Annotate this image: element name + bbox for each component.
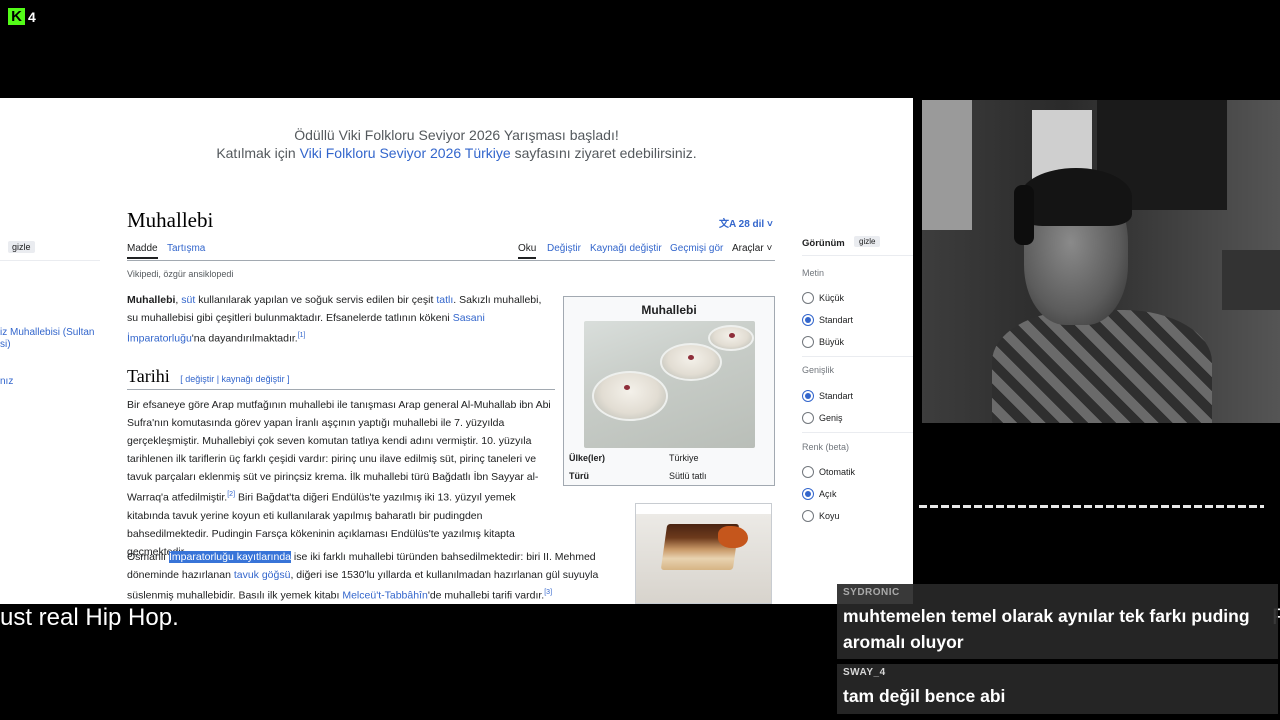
translate-icon: 文A: [719, 219, 739, 230]
page-tabs: Madde Tartışma Oku Değiştir Kaynağı deği…: [127, 243, 775, 261]
infobox: Muhallebi Ülke(ler) Türkiye Türü Sütlü tat…: [563, 296, 775, 486]
dessert-photo[interactable]: [635, 503, 772, 604]
radio-buyuk[interactable]: Büyük: [802, 336, 844, 348]
divider-dashes: [919, 505, 1264, 508]
ref-2[interactable]: [2]: [227, 491, 235, 498]
infobox-title: Muhallebi: [641, 303, 697, 317]
toc-divider: [0, 260, 100, 261]
appearance-panel: Görünüm gizle Metin Küçük Standart Büyük…: [802, 236, 913, 522]
chat-username[interactable]: SYDRONIC: [843, 587, 900, 598]
chat-message: SYDRONIC muhtemelen temel olarak aynılar…: [837, 584, 1278, 659]
section-edit-links[interactable]: [ değiştir | kaynağı değiştir ]: [180, 374, 289, 384]
wikipedia-page: Ödüllü Viki Folkloru Seviyor 2026 Yarışm…: [0, 98, 913, 604]
chat-text: tam değil bence abi: [843, 686, 1006, 706]
tab-degistir[interactable]: Değiştir: [547, 243, 581, 254]
link-tavuk-gogsu[interactable]: tavuk göğsü: [234, 569, 291, 581]
kick-logo: K 4: [8, 8, 36, 25]
tab-gecmis[interactable]: Geçmişi gör: [670, 243, 723, 254]
link-melceu[interactable]: Melceü't-Tabbâhîn: [342, 590, 427, 602]
radio-button-icon: [802, 412, 814, 424]
section-title: Tarihi: [127, 366, 170, 386]
tools-menu[interactable]: Araçlar ˅: [732, 243, 772, 254]
tab-kaynagi-degistir[interactable]: Kaynağı değiştir: [590, 243, 662, 254]
radio-button-icon: [802, 336, 814, 348]
radio-selected-icon: [802, 488, 814, 500]
text-size-label: Metin: [802, 268, 825, 278]
history-paragraph: Bir efsaneye göre Arap mutfağının muhall…: [127, 399, 551, 558]
radio-koyu[interactable]: Koyu: [802, 510, 840, 522]
radio-button-icon: [802, 292, 814, 304]
kick-k-icon: K: [8, 8, 25, 25]
radio-button-icon: [802, 466, 814, 478]
page-title: Muhallebi: [127, 208, 214, 232]
toc-item[interactable]: nız: [0, 376, 13, 387]
webcam-feed: [922, 100, 1280, 423]
subtitle-caption: ust real Hip Hop.: [0, 604, 179, 631]
radio-genis[interactable]: Geniş: [802, 412, 843, 424]
selected-text[interactable]: İmparatorluğu kayıtlarında: [169, 551, 291, 563]
radio-otomatik[interactable]: Otomatik: [802, 466, 855, 478]
toc-hide-button[interactable]: gizle: [8, 241, 35, 253]
section-heading: Tarihi [ değiştir | kaynağı değiştir ]: [127, 366, 555, 390]
color-label: Renk (beta): [802, 442, 850, 452]
banner-line2: Katılmak için Viki Folkloru Seviyor 2026…: [216, 145, 697, 161]
link-tatli[interactable]: tatlı: [436, 294, 453, 306]
infobox-row-type: Türü Sütlü tatlı: [569, 471, 707, 481]
chat-text: muhtemelen temel olarak aynılar tek fark…: [843, 606, 1250, 652]
radio-acik[interactable]: Açık: [802, 488, 837, 500]
radio-selected-icon: [802, 390, 814, 402]
site-tagline: Vikipedi, özgür ansiklopedi: [127, 269, 234, 279]
radio-kucuk[interactable]: Küçük: [802, 292, 844, 304]
chat-username[interactable]: SWAY_4: [843, 667, 886, 678]
chat-message: SWAY_4 tam değil bence abi: [837, 664, 1278, 714]
toc-item[interactable]: iz Muhallebisi (Sultan si): [0, 327, 95, 351]
language-button[interactable]: 文A 28 dil ˅: [719, 215, 773, 230]
radio-button-icon: [802, 510, 814, 522]
ref-1[interactable]: [1]: [298, 332, 306, 339]
ottoman-paragraph: Osmanlı İmparatorluğu kayıtlarında ise i…: [127, 551, 599, 602]
chevron-down-icon: ˅: [764, 219, 773, 230]
radio-selected-icon: [802, 314, 814, 326]
viewer-count: 4: [28, 8, 36, 25]
link-sut[interactable]: süt: [181, 294, 195, 306]
radio-standart[interactable]: Standart: [802, 314, 853, 326]
tab-oku[interactable]: Oku: [518, 243, 537, 259]
width-label: Genişlik: [802, 365, 835, 375]
appearance-hide-button[interactable]: gizle: [854, 236, 881, 247]
radio-width-standart[interactable]: Standart: [802, 390, 853, 402]
muhallebi-photo[interactable]: [584, 321, 755, 448]
banner-line1: Ödüllü Viki Folkloru Seviyor 2026 Yarışm…: [294, 127, 619, 143]
intro-paragraph: Muhallebi, süt kullanılarak yapılan ve s…: [127, 294, 542, 345]
tab-madde[interactable]: Madde: [127, 243, 158, 259]
site-notice-banner: Ödüllü Viki Folkloru Seviyor 2026 Yarışm…: [0, 126, 913, 162]
ref-3[interactable]: [3]: [544, 589, 552, 596]
tab-tartisma[interactable]: Tartışma: [167, 243, 205, 254]
banner-link[interactable]: Viki Folkloru Seviyor 2026 Türkiye: [300, 145, 511, 161]
infobox-row-country: Ülke(ler) Türkiye: [569, 453, 699, 463]
